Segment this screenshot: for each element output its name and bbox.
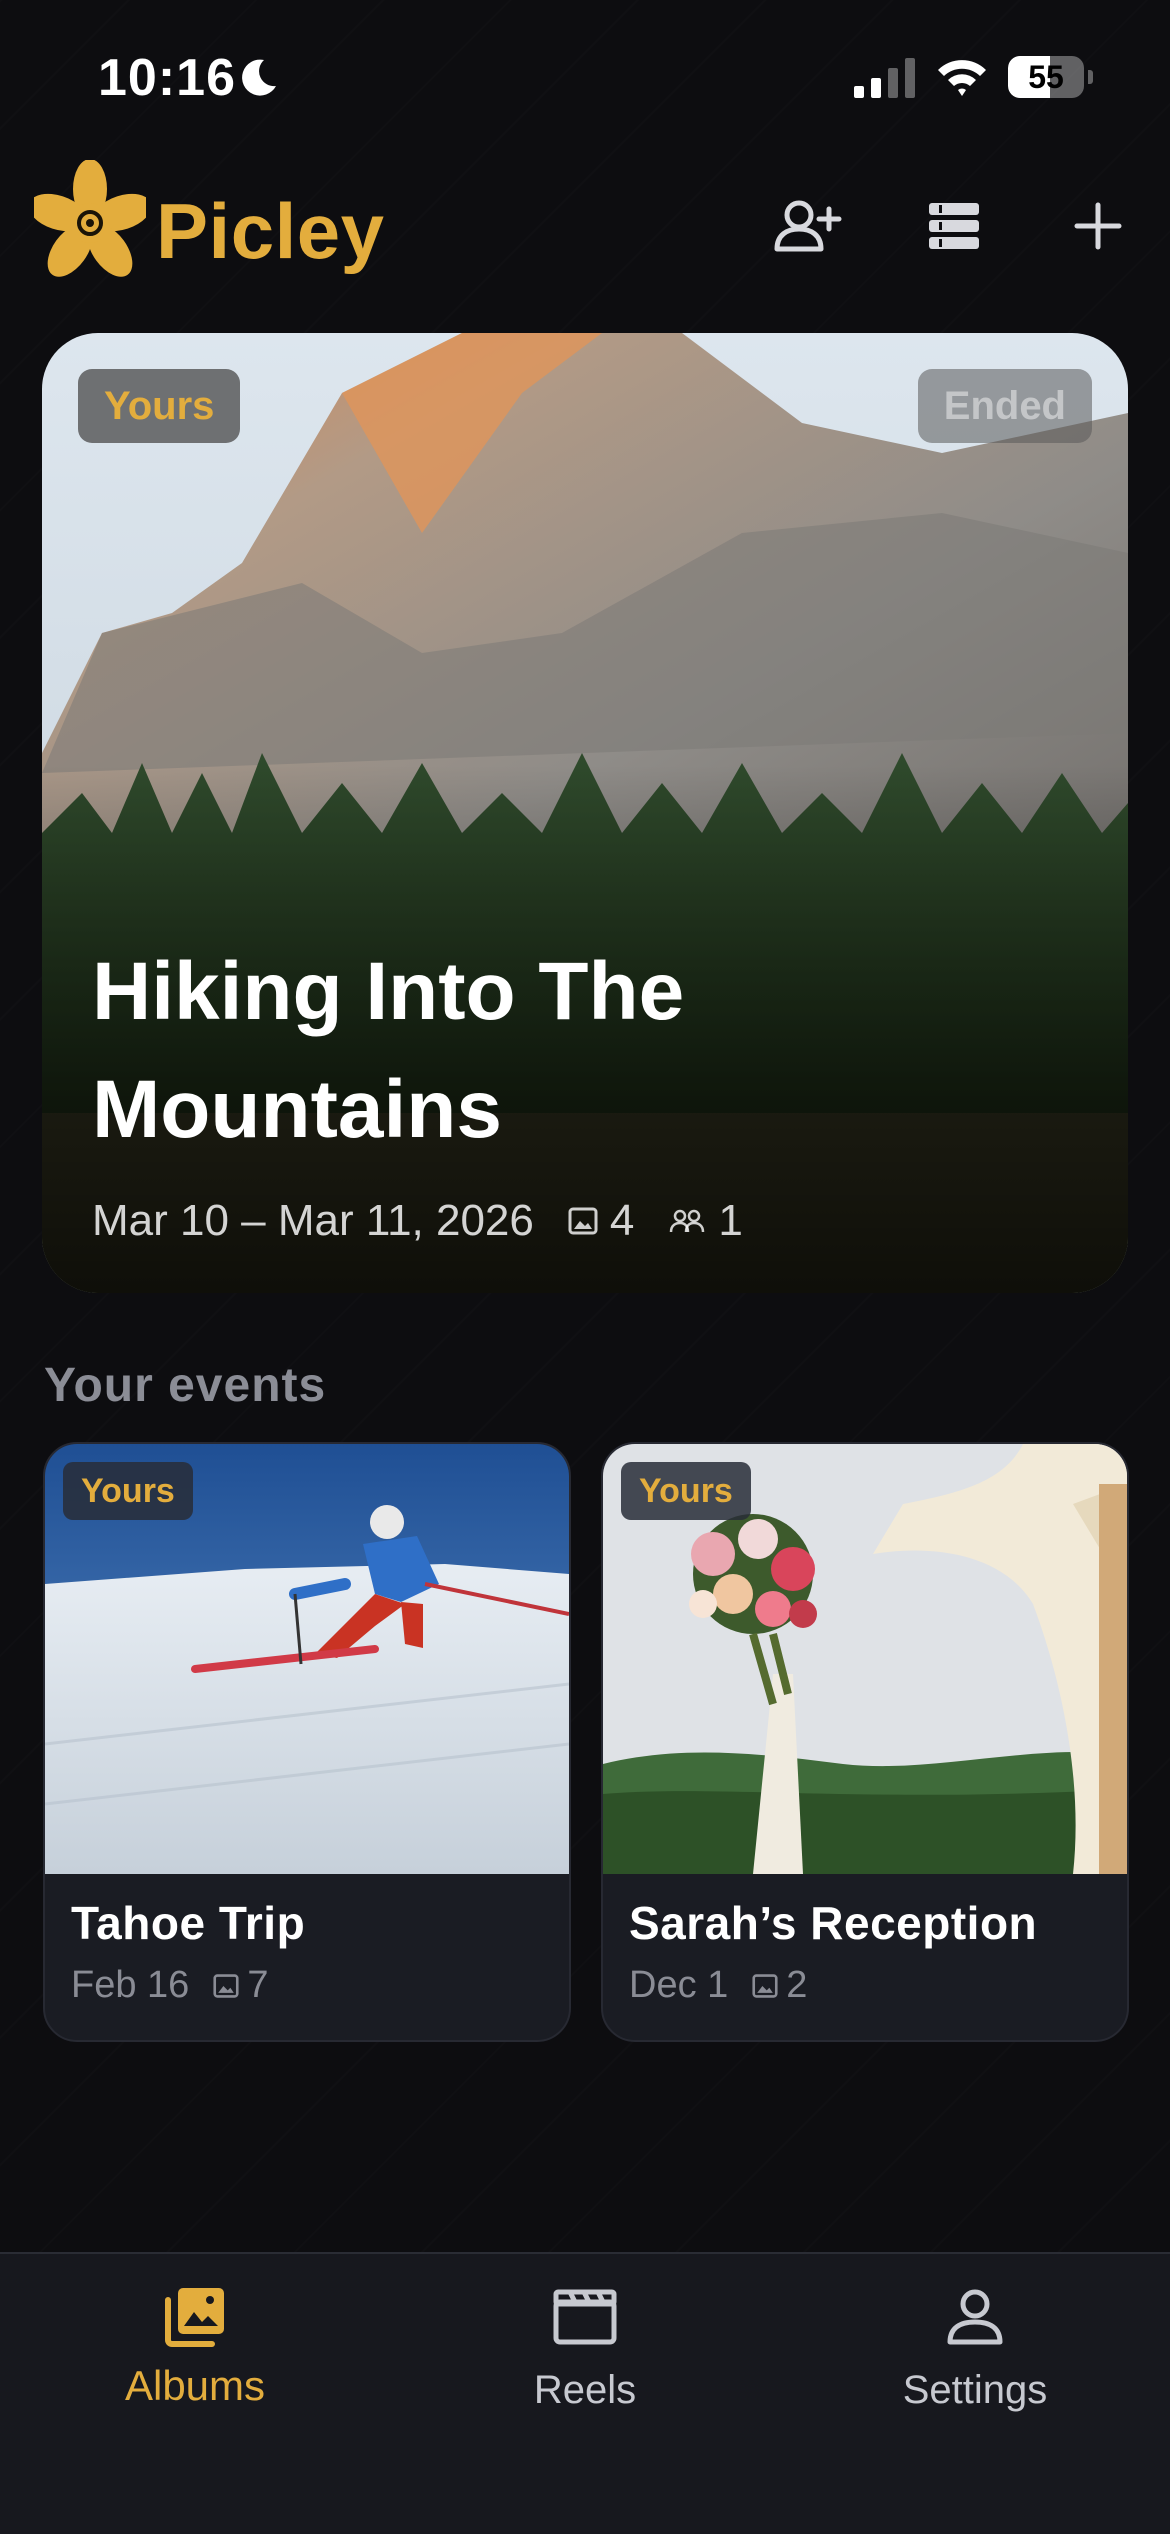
app-header: Picley [0,150,1170,300]
user-icon [947,2289,1003,2345]
cellular-signal-icon [854,58,915,98]
event-date: Dec 1 [629,1964,729,2006]
moon-icon [242,59,276,96]
event-title: Sarah’s Reception [629,1897,1038,1949]
nav-label-settings: Settings [902,2368,1048,2412]
photo-icon [568,1207,598,1235]
invite-user-icon [774,200,842,252]
battery-percentage: 55 [1028,59,1064,95]
nav-label-reels: Reels [533,2368,637,2412]
add-event-button[interactable] [1060,194,1136,258]
event-photo-count: 7 [247,1964,269,2006]
nav-tab-albums[interactable]: Albums [45,2284,345,2444]
event-date: Feb 16 [71,1964,190,2006]
clapperboard-icon [553,2289,617,2345]
app-title: Picley [156,187,385,275]
event-meta: Dec 1 2 [629,1964,807,2007]
featured-album-card[interactable]: Yours Ended Hiking Into The Mountains Ma… [42,333,1128,1293]
featured-photo-count: 4 [609,1196,635,1245]
albums-icon [165,2288,224,2347]
battery-cap [1088,70,1093,84]
owner-badge: Yours [78,369,241,443]
people-icon [670,1209,705,1233]
event-card-tahoe[interactable]: Yours Tahoe Trip Feb 16 7 [43,1442,571,2042]
nav-label-albums: Albums [124,2362,266,2409]
event-meta: Feb 16 7 [71,1964,268,2007]
nav-tab-reels[interactable]: Reels [435,2284,735,2444]
featured-title: Hiking Into The Mountains [92,946,685,1155]
flower-logo-icon [34,160,146,277]
event-title: Tahoe Trip [71,1897,306,1949]
section-title: Your events [44,1359,327,1412]
wifi-icon [938,60,986,96]
event-photo-count: 2 [786,1964,808,2006]
featured-member-count: 1 [718,1196,743,1245]
featured-dates: Mar 10 – Mar 11, 2026 [92,1196,534,1245]
photo-icon [752,1973,778,1998]
plus-icon [1074,202,1122,250]
status-badge: Ended [917,369,1092,443]
owner-badge: Yours [63,1462,193,1520]
invite-user-button[interactable] [770,194,846,258]
owner-badge: Yours [621,1462,751,1520]
battery-indicator: 55 [1008,56,1093,98]
nav-tab-settings[interactable]: Settings [825,2284,1125,2444]
battery-body: 55 [1008,56,1084,98]
list-icon [929,203,979,249]
featured-meta: Mar 10 – Mar 11, 2026 4 1 [92,1191,743,1251]
status-time: 10:16 [98,49,236,107]
event-card-sarahs-reception[interactable]: Yours Sarah’s Reception Dec 1 2 [601,1442,1129,2042]
photo-icon [213,1973,239,1998]
status-bar: 10:16 55 [0,0,1170,150]
bottom-navigation: Albums Reels Settings [0,2252,1170,2534]
list-view-button[interactable] [916,194,992,258]
